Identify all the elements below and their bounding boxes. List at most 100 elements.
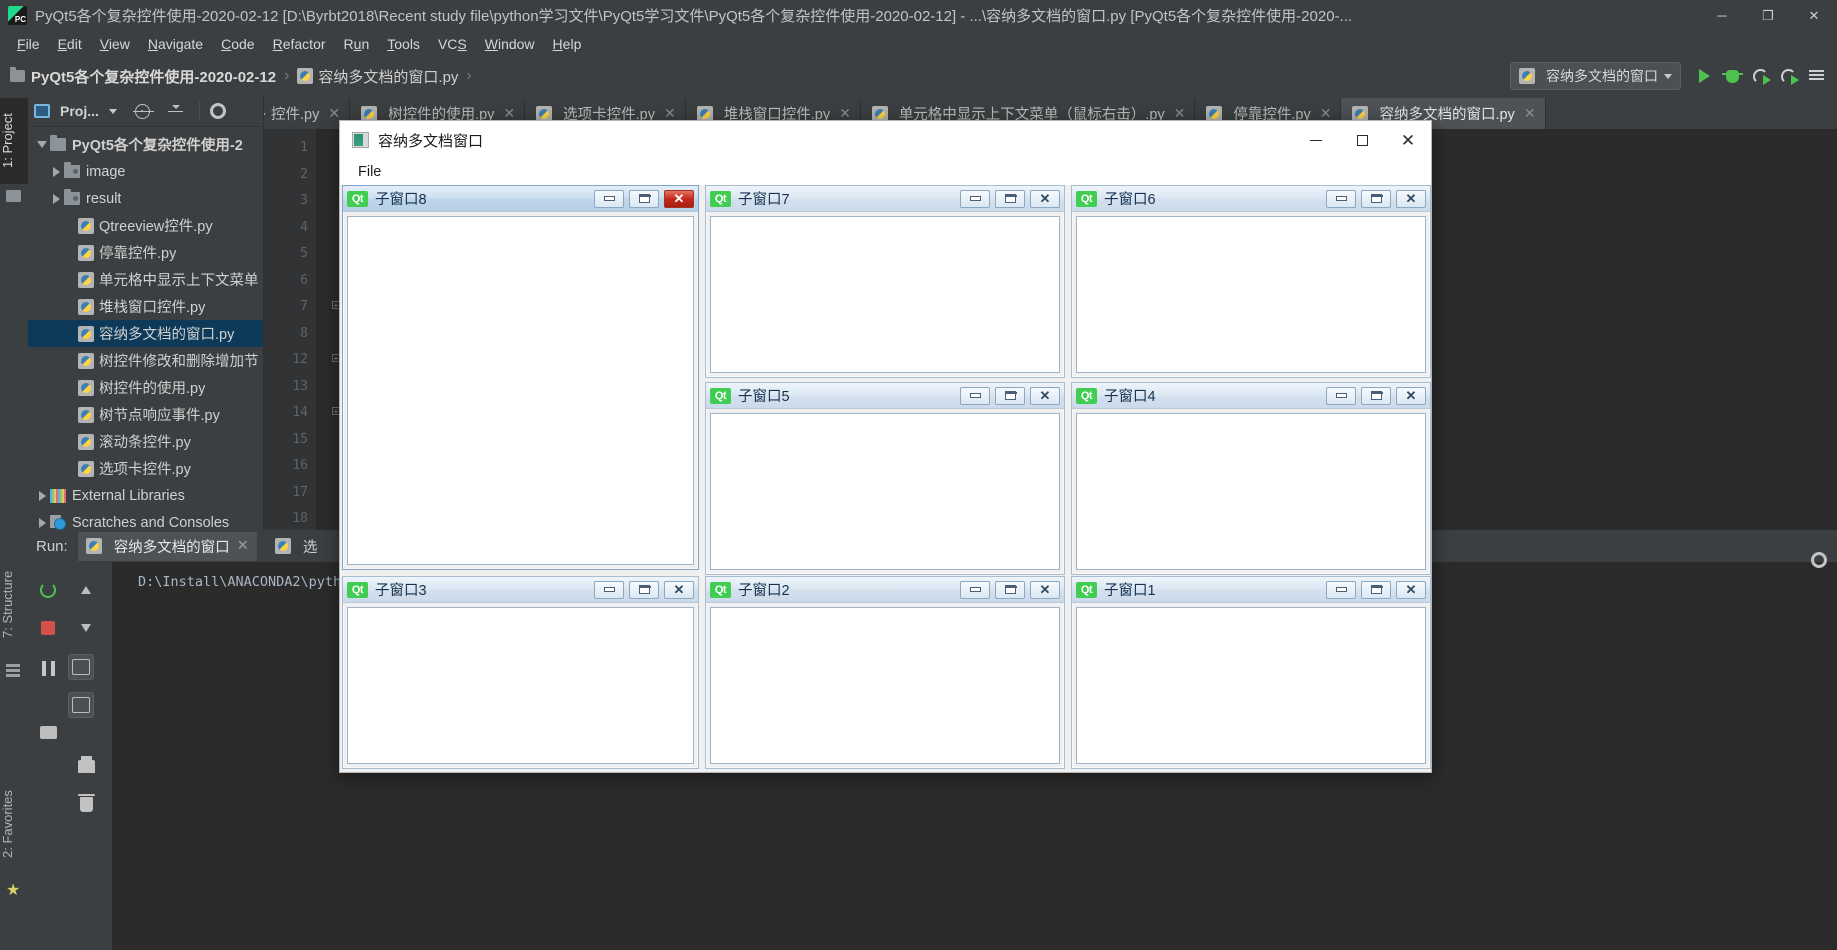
- tree-row[interactable]: image: [28, 158, 263, 185]
- mdi-subwindow-minimize-button[interactable]: [960, 189, 990, 208]
- mdi-subwindow-restore-button[interactable]: [629, 580, 659, 599]
- mdi-subwindow-restore-button[interactable]: [1361, 580, 1391, 599]
- mdi-subwindow-title-bar[interactable]: Qt 子窗口5 ✕: [706, 383, 1064, 409]
- collapse-arrow-icon[interactable]: [34, 141, 50, 148]
- up-arrow-icon[interactable]: [72, 576, 100, 604]
- close-icon[interactable]: ✕: [1524, 105, 1536, 122]
- stop-icon[interactable]: [34, 614, 62, 642]
- mdi-subwindow-minimize-button[interactable]: [594, 580, 624, 599]
- mdi-subwindow-title-bar[interactable]: Qt 子窗口8 ✕: [343, 186, 698, 212]
- mdi-subwindow-body[interactable]: [1076, 607, 1426, 764]
- mdi-subwindow[interactable]: Qt 子窗口7 ✕: [705, 185, 1065, 378]
- mdi-subwindow-restore-button[interactable]: [995, 386, 1025, 405]
- console-view-icon[interactable]: [34, 718, 62, 746]
- menu-view[interactable]: View: [91, 34, 139, 54]
- mdi-subwindow-body[interactable]: [1076, 413, 1426, 570]
- tree-row[interactable]: External Libraries: [28, 482, 263, 509]
- profile-icon[interactable]: [1777, 65, 1799, 87]
- tree-row[interactable]: 容纳多文档的窗口.py: [28, 320, 263, 347]
- mdi-subwindow-body[interactable]: [1076, 216, 1426, 373]
- chevron-down-icon[interactable]: [108, 108, 117, 114]
- gear-icon[interactable]: [209, 103, 226, 119]
- sidebar-item-structure[interactable]: 7: Structure: [0, 552, 28, 656]
- mdi-minimize-button[interactable]: [1293, 121, 1339, 159]
- mdi-subwindow-title-bar[interactable]: Qt 子窗口4 ✕: [1072, 383, 1430, 409]
- mdi-subwindow-minimize-button[interactable]: [960, 386, 990, 405]
- mdi-menu-file[interactable]: File: [352, 162, 387, 182]
- mdi-subwindow-close-button[interactable]: ✕: [1030, 189, 1060, 208]
- mdi-maximize-button[interactable]: [1339, 121, 1385, 159]
- tree-row[interactable]: 树控件修改和删除增加节: [28, 347, 263, 374]
- mdi-subwindow-close-button[interactable]: ✕: [1030, 580, 1060, 599]
- breadcrumb-file[interactable]: 容纳多文档的窗口.py: [297, 66, 458, 87]
- collapse-all-icon[interactable]: [167, 104, 183, 118]
- menu-edit[interactable]: Edit: [49, 34, 91, 54]
- run-panel-settings-gear-icon[interactable]: [1811, 552, 1827, 568]
- mdi-subwindow-minimize-button[interactable]: [594, 189, 624, 208]
- mdi-subwindow-close-button[interactable]: ✕: [1030, 386, 1060, 405]
- run-tab-active[interactable]: 容纳多文档的窗口 ✕: [77, 531, 257, 561]
- mdi-subwindow-title-bar[interactable]: Qt 子窗口1 ✕: [1072, 577, 1430, 603]
- breadcrumb-project[interactable]: PyQt5各个复杂控件使用-2020-02-12: [10, 66, 276, 87]
- menu-vcs[interactable]: VCS: [429, 34, 476, 54]
- menu-tools[interactable]: Tools: [378, 34, 429, 54]
- expand-arrow-icon[interactable]: [48, 166, 64, 177]
- scroll-to-end-icon[interactable]: [68, 692, 94, 718]
- mdi-subwindow[interactable]: Qt 子窗口6 ✕: [1071, 185, 1431, 378]
- mdi-subwindow-body[interactable]: [710, 413, 1060, 570]
- mdi-subwindow-minimize-button[interactable]: [1326, 386, 1356, 405]
- down-arrow-icon[interactable]: [72, 614, 100, 642]
- mdi-subwindow[interactable]: Qt 子窗口3 ✕: [342, 576, 699, 769]
- expand-arrow-icon[interactable]: [34, 490, 50, 501]
- mdi-subwindow[interactable]: Qt 子窗口8 ✕: [342, 185, 699, 570]
- mdi-subwindow-minimize-button[interactable]: [960, 580, 990, 599]
- mdi-subwindow-title-bar[interactable]: Qt 子窗口7 ✕: [706, 186, 1064, 212]
- mdi-subwindow-close-button[interactable]: ✕: [1396, 386, 1426, 405]
- mdi-subwindow-close-button[interactable]: ✕: [664, 189, 694, 208]
- menu-run[interactable]: Run: [335, 34, 379, 54]
- tree-row[interactable]: 树节点响应事件.py: [28, 401, 263, 428]
- mdi-close-button[interactable]: ✕: [1385, 121, 1431, 159]
- tree-row[interactable]: 堆栈窗口控件.py: [28, 293, 263, 320]
- mdi-subwindow-restore-button[interactable]: [995, 580, 1025, 599]
- mdi-subwindow-body[interactable]: [347, 607, 694, 764]
- tree-row[interactable]: 树控件的使用.py: [28, 374, 263, 401]
- tree-row[interactable]: 停靠控件.py: [28, 239, 263, 266]
- sidebar-item-project[interactable]: 1: Project: [0, 98, 28, 184]
- close-icon[interactable]: ✕: [237, 538, 249, 554]
- run-configuration-selector[interactable]: 容纳多文档的窗口: [1510, 62, 1681, 90]
- mdi-subwindow[interactable]: Qt 子窗口1 ✕: [1071, 576, 1431, 769]
- mdi-subwindow[interactable]: Qt 子窗口2 ✕: [705, 576, 1065, 769]
- mdi-subwindow-minimize-button[interactable]: [1326, 189, 1356, 208]
- tree-row[interactable]: 单元格中显示上下文菜单: [28, 266, 263, 293]
- menu-refactor[interactable]: Refactor: [264, 34, 335, 54]
- menu-window[interactable]: Window: [476, 34, 544, 54]
- expand-arrow-icon[interactable]: [34, 517, 50, 528]
- mdi-subwindow[interactable]: Qt 子窗口4 ✕: [1071, 382, 1431, 575]
- mdi-subwindow-close-button[interactable]: ✕: [1396, 189, 1426, 208]
- mdi-subwindow-restore-button[interactable]: [995, 189, 1025, 208]
- mdi-subwindow-body[interactable]: [347, 216, 694, 565]
- mdi-subwindow-minimize-button[interactable]: [1326, 580, 1356, 599]
- menu-file[interactable]: File: [8, 34, 49, 54]
- tree-row[interactable]: result: [28, 185, 263, 212]
- mdi-subwindow-title-bar[interactable]: Qt 子窗口3 ✕: [343, 577, 698, 603]
- mdi-subwindow-body[interactable]: [710, 607, 1060, 764]
- tree-row[interactable]: 滚动条控件.py: [28, 428, 263, 455]
- mdi-subwindow-restore-button[interactable]: [1361, 386, 1391, 405]
- expand-arrow-icon[interactable]: [48, 193, 64, 204]
- mdi-subwindow-body[interactable]: [710, 216, 1060, 373]
- sidebar-item-favorites[interactable]: 2: Favorites: [0, 772, 28, 876]
- minimize-window-button[interactable]: ─: [1699, 0, 1745, 31]
- rerun-icon[interactable]: [34, 576, 62, 604]
- run-coverage-icon[interactable]: [1749, 65, 1771, 87]
- pause-icon[interactable]: [34, 654, 62, 682]
- menu-code[interactable]: Code: [212, 34, 263, 54]
- mdi-subwindow-restore-button[interactable]: [629, 189, 659, 208]
- tree-row[interactable]: Qtreeview控件.py: [28, 212, 263, 239]
- run-list-icon[interactable]: [1805, 65, 1827, 87]
- trash-icon[interactable]: [72, 790, 100, 818]
- editor-tab[interactable]: 控件.py ✕: [264, 98, 351, 129]
- mdi-subwindow-area[interactable]: Qt 子窗口8 ✕ Qt 子窗口7 ✕ Qt 子窗口6 ✕ Qt 子窗口5 ✕ Qt 子窗口4 ✕ Qt 子窗口…: [342, 185, 1431, 770]
- mdi-subwindow-title-bar[interactable]: Qt 子窗口2 ✕: [706, 577, 1064, 603]
